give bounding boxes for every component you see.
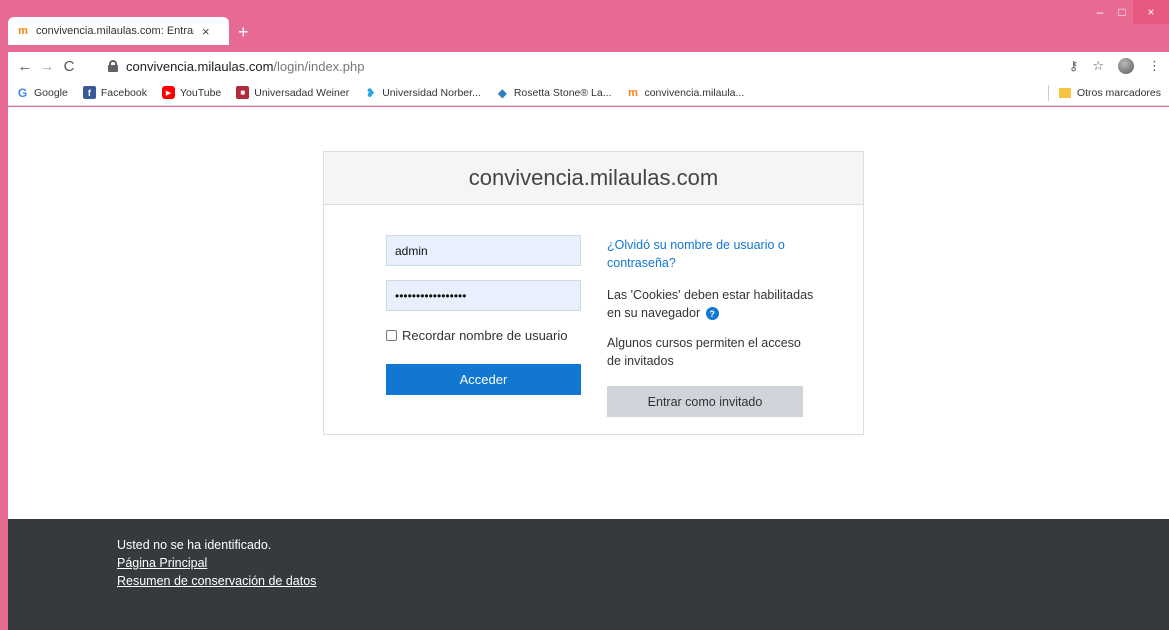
url-path: /login/index.php: [273, 58, 365, 74]
login-help: ¿Olvidó su nombre de usuario o contraseñ…: [607, 236, 817, 370]
facebook-icon: f: [82, 86, 96, 99]
browser-tab[interactable]: m convivencia.milaulas.com: Entrar ×: [8, 17, 229, 45]
rosetta-icon: ◆: [497, 85, 507, 100]
tab-close-icon[interactable]: ×: [202, 24, 210, 39]
bookmark-convivencia[interactable]: m convivencia.milaula...: [626, 86, 744, 99]
guest-info: Algunos cursos permiten el acceso de inv…: [607, 336, 801, 368]
reload-icon[interactable]: C: [58, 58, 80, 75]
username-input[interactable]: admin: [386, 235, 581, 266]
norbert-icon: ❥: [365, 85, 376, 100]
card-header: convivencia.milaulas.com: [324, 152, 863, 205]
guest-login-button[interactable]: Entrar como invitado: [607, 386, 803, 417]
bookmark-norbert[interactable]: ❥ Universidad Norber...: [364, 85, 481, 100]
tab-bar: m convivencia.milaulas.com: Entrar × + –…: [8, 0, 1169, 52]
page-footer: Usted no se ha identificado. Página Prin…: [8, 519, 1169, 630]
moodle-icon: m: [628, 86, 638, 99]
url-host: convivencia.milaulas.com: [126, 58, 274, 74]
bookmark-youtube[interactable]: ▶ YouTube: [161, 86, 221, 99]
browser-toolbar: ← → C convivencia.milaulas.com /login/in…: [8, 52, 1169, 80]
forgot-password-link[interactable]: ¿Olvidó su nombre de usuario o contraseñ…: [607, 236, 817, 272]
star-icon[interactable]: ☆: [1092, 58, 1104, 74]
site-name: convivencia.milaulas.com: [468, 165, 719, 190]
moodle-icon: m: [18, 25, 28, 37]
bookmark-facebook[interactable]: f Facebook: [82, 86, 147, 99]
bookmark-separator: [1047, 85, 1049, 101]
weiner-icon: ■: [236, 86, 250, 99]
address-bar[interactable]: convivencia.milaulas.com /login/index.ph…: [108, 54, 1048, 78]
page-content: convivencia.milaulas.com admin •••••••••…: [8, 107, 1169, 519]
remember-username[interactable]: Recordar nombre de usuario: [386, 328, 567, 343]
bookmark-google[interactable]: G Google: [16, 85, 68, 100]
password-input[interactable]: •••••••••••••••••: [386, 280, 581, 311]
bookmarks-bar: G Google f Facebook ▶ YouTube ■ Universa…: [8, 80, 1169, 106]
close-window-button[interactable]: ×: [1133, 0, 1169, 24]
footer-info: Usted no se ha identificado. Página Prin…: [117, 536, 316, 590]
maximize-button[interactable]: □: [1111, 0, 1133, 24]
home-link[interactable]: Página Principal: [117, 554, 316, 572]
minimize-button[interactable]: –: [1089, 0, 1111, 24]
new-tab-button[interactable]: +: [238, 22, 249, 43]
browser-window: m convivencia.milaulas.com: Entrar × + –…: [8, 0, 1169, 630]
back-icon[interactable]: ←: [14, 58, 36, 75]
remember-label: Recordar nombre de usuario: [402, 328, 568, 343]
menu-icon[interactable]: ⋮: [1148, 58, 1161, 74]
login-status: Usted no se ha identificado.: [117, 538, 272, 552]
bookmark-weiner[interactable]: ■ Universadad Weiner: [236, 86, 349, 99]
cookies-info: Las 'Cookies' deben estar habilitadas en…: [607, 288, 814, 321]
profile-avatar[interactable]: [1118, 58, 1134, 74]
help-icon[interactable]: ?: [705, 307, 719, 321]
tab-title: convivencia.milaulas.com: Entrar: [36, 25, 194, 37]
login-card: convivencia.milaulas.com admin •••••••••…: [323, 151, 864, 435]
other-bookmarks[interactable]: Otros marcadores: [1047, 80, 1161, 106]
bookmark-rosetta[interactable]: ◆ Rosetta Stone® La...: [496, 85, 612, 100]
forward-icon[interactable]: →: [36, 58, 58, 75]
lock-icon: [108, 60, 118, 72]
login-button[interactable]: Acceder: [386, 364, 581, 395]
google-icon: G: [17, 85, 28, 100]
key-icon[interactable]: ⚷: [1069, 58, 1079, 74]
folder-icon: [1058, 88, 1071, 98]
privacy-summary-link[interactable]: Resumen de conservación de datos: [117, 572, 316, 590]
toolbar-actions: ⚷ ☆ ⋮: [1069, 52, 1161, 80]
remember-checkbox[interactable]: [386, 330, 397, 341]
youtube-icon: ▶: [161, 86, 175, 99]
